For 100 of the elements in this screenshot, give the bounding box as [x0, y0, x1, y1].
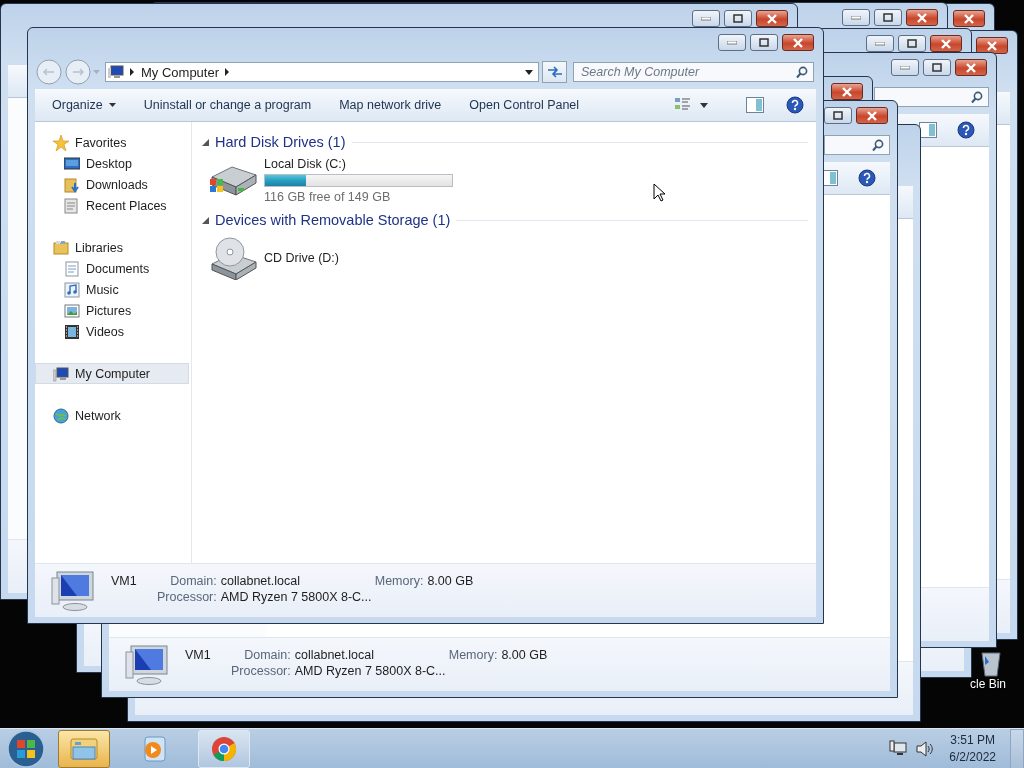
group-header[interactable]: Devices with Removable Storage (1): [215, 212, 451, 228]
desktop-icon: [64, 155, 80, 172]
close-button[interactable]: [906, 9, 938, 26]
maximize-button[interactable]: [750, 34, 778, 51]
drive-name[interactable]: Local Disk (C:): [264, 156, 453, 171]
close-button[interactable]: [976, 37, 1008, 54]
detail-value: 8.00 GB: [501, 647, 548, 662]
nav-item[interactable]: Videos: [35, 321, 191, 342]
network-icon: [53, 407, 69, 424]
computer-icon: [125, 643, 171, 686]
group-header[interactable]: Hard Disk Drives (1): [215, 134, 346, 150]
close-icon: [766, 13, 778, 24]
minimize-icon: [851, 15, 861, 20]
minimize-button[interactable]: [866, 35, 894, 52]
minimize-icon: [875, 41, 885, 46]
breadcrumb-item[interactable]: My Computer: [141, 64, 220, 80]
minimize-icon: [900, 65, 910, 70]
computer-icon: [108, 65, 124, 79]
detail-value: AMD Ryzen 7 5800X 8-C...: [294, 663, 447, 678]
computer-icon: [53, 365, 69, 382]
maximize-button[interactable]: [724, 10, 752, 27]
clock-time[interactable]: 3:51 PM: [950, 732, 995, 749]
minimize-button[interactable]: [718, 34, 746, 51]
toolbar-button[interactable]: Organize: [39, 94, 127, 116]
minimize-button[interactable]: [692, 10, 720, 27]
minimize-icon: [727, 40, 737, 45]
detail-label: Processor:: [157, 589, 217, 604]
minimize-button[interactable]: [842, 9, 870, 26]
close-button[interactable]: [955, 59, 987, 76]
nav-item[interactable]: Favorites: [35, 132, 191, 153]
nav-item[interactable]: Network: [35, 405, 191, 426]
close-button[interactable]: [930, 35, 962, 52]
recycle-bin-icon[interactable]: [980, 651, 1002, 677]
library-icon: [53, 239, 69, 256]
toolbar-button[interactable]: Map network drive: [326, 94, 453, 116]
nav-item[interactable]: Pictures: [35, 300, 191, 321]
chevron-icon[interactable]: [225, 68, 231, 76]
close-icon: [841, 86, 853, 97]
chevron-icon: [130, 68, 135, 76]
network-icon[interactable]: [889, 740, 908, 758]
computer-name: VM1: [111, 573, 138, 588]
film-icon: [64, 323, 80, 340]
taskbar-button[interactable]: [58, 730, 110, 768]
close-button[interactable]: [782, 34, 814, 51]
close-icon: [965, 62, 977, 73]
help-icon[interactable]: [858, 169, 876, 187]
address-bar[interactable]: My Computer: [105, 62, 539, 82]
close-button[interactable]: [756, 10, 788, 27]
nav-item[interactable]: Music: [35, 279, 191, 300]
nav-item[interactable]: Documents: [35, 258, 191, 279]
search-field[interactable]: [824, 135, 890, 155]
clock-date[interactable]: 6/2/2022: [949, 749, 996, 766]
search-icon: [796, 66, 808, 79]
detail-value: 8.00 GB: [427, 573, 474, 588]
close-button[interactable]: [953, 10, 985, 27]
collapse-arrow-icon[interactable]: [202, 138, 209, 146]
hard-drive-icon[interactable]: [208, 163, 258, 197]
help-icon[interactable]: [786, 96, 804, 114]
maximize-button[interactable]: [824, 107, 852, 124]
cd-drive-icon[interactable]: [208, 236, 258, 280]
nav-item[interactable]: Recent Places: [35, 195, 191, 216]
nav-item[interactable]: Desktop: [35, 153, 191, 174]
collapse-arrow-icon[interactable]: [202, 216, 209, 224]
detail-label: Domain:: [170, 573, 217, 588]
maximize-icon: [907, 39, 917, 48]
nav-item[interactable]: Libraries: [35, 237, 191, 258]
start-button[interactable]: [6, 729, 46, 768]
maximize-button[interactable]: [874, 9, 902, 26]
help-icon[interactable]: [957, 121, 975, 139]
downloads-folder-icon: [64, 176, 80, 193]
refresh-button[interactable]: [542, 61, 567, 83]
computer-icon: [51, 569, 97, 612]
minimize-button[interactable]: [891, 59, 919, 76]
nav-item[interactable]: My Computer: [35, 363, 189, 384]
detail-label: Processor:: [231, 663, 291, 678]
document-icon: [64, 260, 80, 277]
search-icon: [872, 139, 884, 152]
computer-name: VM1: [185, 647, 212, 662]
maximize-button[interactable]: [923, 59, 951, 76]
preview-pane-icon[interactable]: [919, 122, 937, 138]
detail-label: Domain:: [244, 647, 291, 662]
search-field[interactable]: Search My Computer: [573, 62, 814, 82]
toolbar-button[interactable]: Uninstall or change a program: [130, 94, 323, 116]
maximize-icon: [883, 13, 893, 22]
toolbar-button[interactable]: Open Control Panel: [456, 94, 591, 116]
detail-label: Memory:: [374, 573, 424, 588]
search-icon: [971, 91, 983, 104]
close-button[interactable]: [856, 107, 888, 124]
volume-icon[interactable]: [915, 740, 934, 758]
maximize-icon: [833, 111, 843, 120]
drive-name[interactable]: CD Drive (D:): [264, 251, 339, 265]
maximize-icon: [759, 38, 769, 47]
close-button[interactable]: [831, 83, 863, 100]
search-field[interactable]: [874, 87, 989, 107]
close-icon: [940, 38, 952, 49]
maximize-button[interactable]: [898, 35, 926, 52]
desktop-icon-label[interactable]: cle Bin: [969, 677, 1006, 691]
close-icon: [986, 40, 998, 51]
nav-item[interactable]: Downloads: [35, 174, 191, 195]
drive-space-text: 116 GB free of 149 GB: [264, 189, 392, 204]
